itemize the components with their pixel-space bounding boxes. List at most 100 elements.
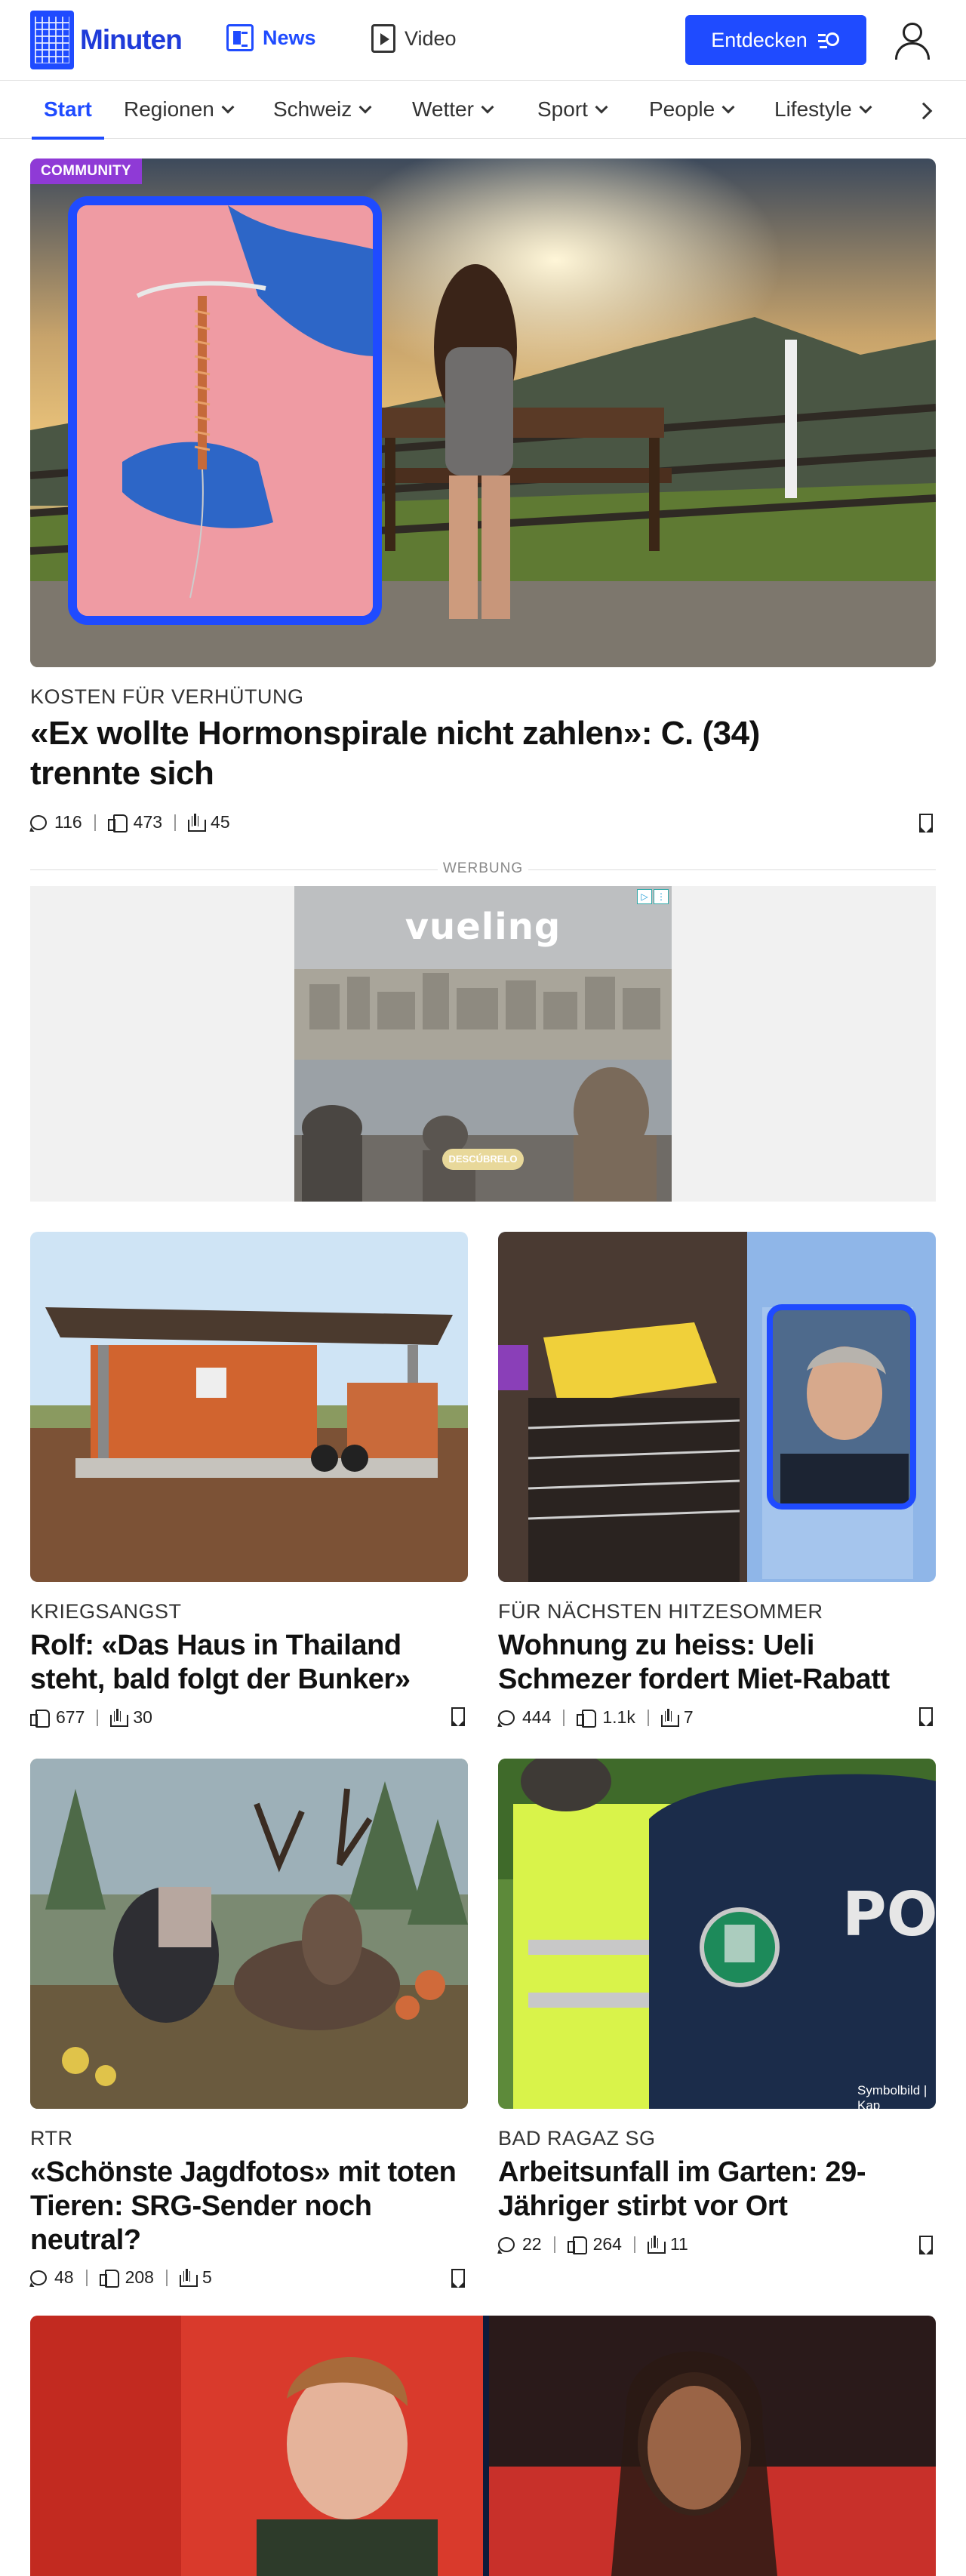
article-title[interactable]: Rolf: «Das Haus in Thailand steht, bald … (30, 1629, 468, 1697)
shares-count[interactable]: 5 (179, 2267, 212, 2288)
video-icon (371, 24, 395, 53)
tab-regionen[interactable]: Regionen (124, 97, 235, 122)
divider (174, 814, 177, 831)
likes-value: 473 (133, 812, 163, 832)
shares-value: 45 (211, 812, 230, 832)
article-image[interactable] (30, 1232, 468, 1582)
ad-cta-button[interactable]: DESCÚBRELO (442, 1149, 524, 1170)
tab-schweiz[interactable]: Schweiz (273, 97, 372, 122)
share-icon (660, 1708, 679, 1727)
tab-label: Wetter (412, 97, 474, 121)
tab-sport[interactable]: Sport (537, 97, 608, 122)
ad-creative[interactable]: vueling DESCÚBRELO ▷ ⋮ (294, 886, 672, 1202)
inset-image (68, 196, 382, 625)
likes-count[interactable]: 1.1k (577, 1707, 635, 1728)
nav-video-label: Video (405, 26, 457, 50)
shares-count[interactable]: 11 (647, 2234, 688, 2254)
nav-video[interactable]: Video (371, 24, 457, 53)
shares-count[interactable]: 30 (110, 1707, 152, 1728)
image-caption: Symbolbild | Kap (857, 2083, 928, 2109)
shares-count[interactable]: 7 (660, 1707, 694, 1728)
ad-label: WERBUNG (442, 860, 524, 876)
bookmark-icon[interactable] (918, 814, 933, 833)
ad-choices[interactable]: ▷ ⋮ (637, 889, 669, 904)
hero-meta: 116 473 45 (30, 812, 230, 833)
tab-label: Schweiz (273, 97, 352, 121)
comments-count[interactable]: 22 (498, 2234, 542, 2254)
comments-value: 116 (54, 812, 82, 832)
article-meta: 444 1.1k 7 (498, 1707, 694, 1728)
inset-portrait (767, 1304, 916, 1510)
chevron-right-icon[interactable] (915, 102, 933, 120)
article-title[interactable]: «Schönste Jagdfotos» mit toten Tieren: S… (30, 2156, 468, 2257)
tab-wetter[interactable]: Wetter (412, 97, 494, 122)
article-title[interactable]: Arbeitsunfall im Garten: 29-Jähriger sti… (498, 2156, 936, 2224)
likes-value: 677 (56, 1707, 85, 1727)
likes-count[interactable]: 264 (567, 2234, 622, 2254)
tab-start[interactable]: Start (32, 97, 104, 140)
thumbs-up-icon (107, 814, 128, 833)
divider (647, 1709, 649, 1726)
site-logo[interactable]: Minuten (30, 11, 183, 69)
comment-icon (498, 2236, 515, 2252)
chevron-down-icon (221, 100, 235, 114)
share-icon (188, 813, 207, 832)
discover-button[interactable]: Entdecken (685, 15, 866, 65)
article-title[interactable]: Wohnung zu heiss: Ueli Schmezer fordert … (498, 1629, 936, 1697)
chevron-down-icon (721, 100, 735, 114)
ad-brand: vueling (405, 906, 561, 948)
search-icon (817, 31, 841, 49)
police-patch-text: POLI (842, 1879, 936, 1950)
article-kicker: Kriegsangst (30, 1600, 182, 1623)
article-meta: 22 264 11 (498, 2234, 688, 2254)
hero-image[interactable]: COMMUNITY (30, 158, 936, 667)
user-account-icon[interactable] (892, 23, 930, 60)
article-kicker: RTR (30, 2127, 73, 2150)
shares-value: 30 (133, 1707, 152, 1727)
tab-people[interactable]: People (649, 97, 735, 122)
divider (165, 2269, 168, 2286)
logo-mark-icon (30, 11, 74, 69)
bookmark-icon[interactable] (451, 1707, 465, 1726)
article-kicker: Für nächsten Hitzesommer (498, 1600, 823, 1623)
likes-value: 264 (592, 2234, 622, 2254)
comment-icon (30, 2270, 47, 2285)
tab-label: People (649, 97, 715, 121)
divider (97, 1709, 99, 1726)
tab-lifestyle[interactable]: Lifestyle (774, 97, 872, 122)
comments-value: 444 (522, 1707, 552, 1727)
tab-label: Sport (537, 97, 588, 121)
bookmark-icon[interactable] (451, 2269, 465, 2288)
chevron-down-icon (595, 100, 608, 114)
comments-count[interactable]: 116 (30, 812, 82, 833)
article-image[interactable] (30, 2316, 936, 2576)
hero-kicker: Kosten für Verhütung (30, 685, 304, 708)
likes-count[interactable]: 208 (99, 2267, 154, 2288)
divider (85, 2269, 88, 2286)
discover-button-label: Entdecken (711, 28, 808, 51)
thumbs-up-icon (577, 1709, 597, 1728)
article-image[interactable] (498, 1232, 936, 1582)
hero-title[interactable]: «Ex wollte Hormonspirale nicht zahlen»: … (30, 714, 785, 794)
divider (563, 1709, 565, 1726)
category-nav: Start Regionen Schweiz Wetter Sport Peop… (0, 80, 966, 140)
shares-value: 11 (669, 2234, 688, 2254)
nav-news[interactable]: News (226, 24, 316, 51)
comments-value: 48 (54, 2267, 74, 2287)
comments-value: 22 (522, 2234, 542, 2254)
shares-count[interactable]: 45 (188, 812, 230, 833)
comments-count[interactable]: 48 (30, 2267, 74, 2288)
share-icon (179, 2268, 198, 2287)
site-header: Minuten News Video Entdecken (0, 0, 966, 80)
likes-count[interactable]: 677 (30, 1707, 85, 1728)
article-image[interactable]: Symbolbild | Kap POLI (498, 1759, 936, 2109)
article-image[interactable] (30, 1759, 468, 2109)
article-meta: 677 30 (30, 1707, 152, 1728)
likes-value: 1.1k (602, 1707, 635, 1727)
comments-count[interactable]: 444 (498, 1707, 551, 1728)
bookmark-icon[interactable] (918, 2236, 933, 2254)
likes-count[interactable]: 473 (107, 812, 163, 833)
logo-text: Minuten (80, 24, 183, 55)
share-icon (647, 2235, 666, 2254)
bookmark-icon[interactable] (918, 1707, 933, 1726)
